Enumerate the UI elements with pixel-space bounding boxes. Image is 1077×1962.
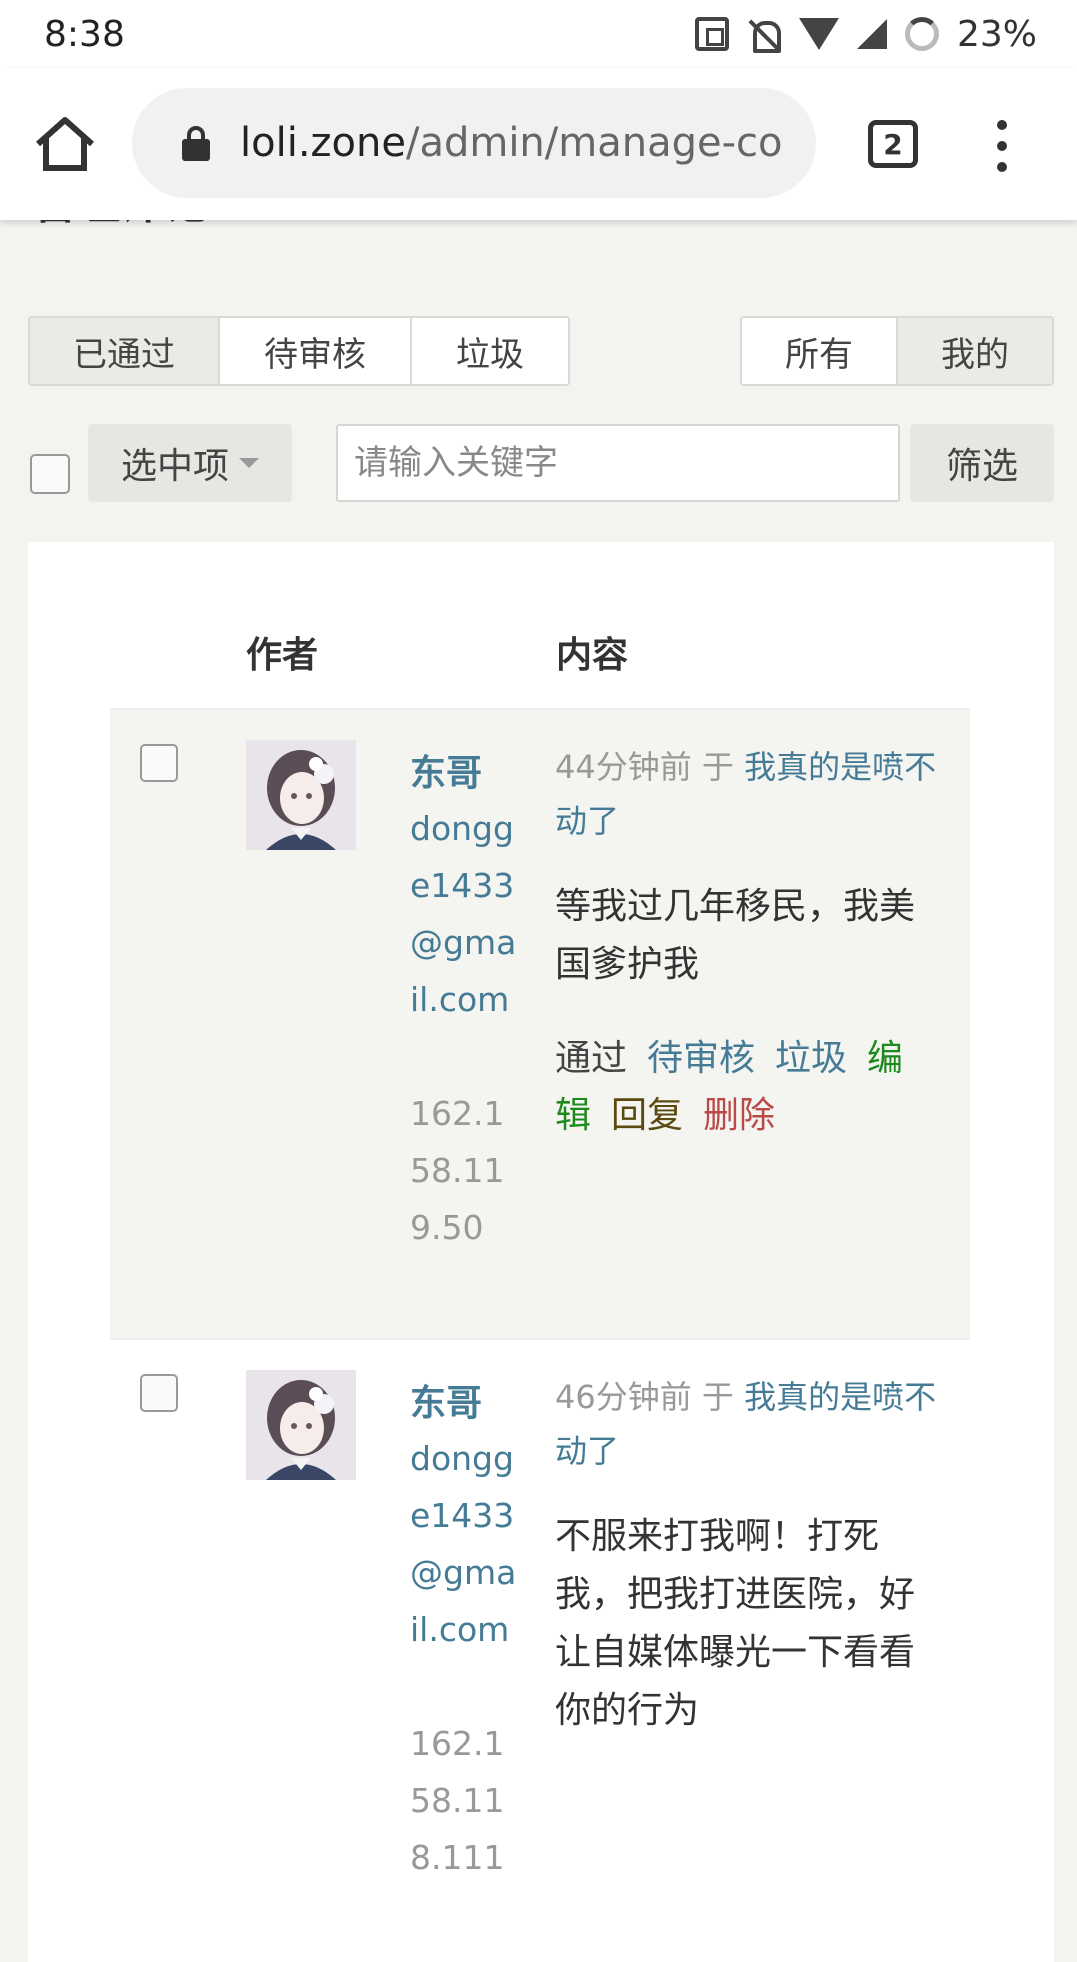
comment-meta: 46分钟前 于 我真的是喷不动了 xyxy=(555,1370,945,1478)
table-row: 东哥 dongge1433@gmail.com 162.158.118.111 … xyxy=(110,1338,970,1962)
cell-signal-icon xyxy=(856,19,887,49)
avatar[interactable] xyxy=(246,740,356,850)
author-name[interactable]: 东哥 xyxy=(410,744,482,796)
table-row: 东哥 dongge1433@gmail.com 162.158.119.50 4… xyxy=(110,708,970,1338)
status-bar: 8:38 23% xyxy=(0,0,1077,68)
tab-pending[interactable]: 待审核 xyxy=(220,318,412,384)
pending-action[interactable]: 待审核 xyxy=(647,1038,755,1079)
author-email[interactable]: dongge1433@gmail.com xyxy=(410,1430,520,1658)
more-menu-icon[interactable] xyxy=(990,120,1014,172)
comment-status-tabs: 已通过 待审核 垃圾 xyxy=(28,316,570,386)
home-icon xyxy=(36,117,94,171)
tab-mine[interactable]: 我的 xyxy=(898,318,1052,384)
row-checkbox[interactable] xyxy=(140,1374,178,1412)
author-ip: 162.158.119.50 xyxy=(410,1094,505,1247)
filter-button[interactable]: 筛选 xyxy=(910,424,1054,502)
column-header-content: 内容 xyxy=(556,635,629,676)
status-time: 8:38 xyxy=(44,13,125,55)
tab-all[interactable]: 所有 xyxy=(742,318,898,384)
screenshot-icon xyxy=(694,17,729,51)
tab-approved[interactable]: 已通过 xyxy=(30,318,220,384)
tab-switcher-button[interactable]: 2 xyxy=(868,120,918,168)
avatar[interactable] xyxy=(246,1370,356,1480)
author-email[interactable]: dongge1433@gmail.com xyxy=(410,800,520,1028)
comments-table: 作者 内容 东哥 dongge1433@gmail.com 162.158.11… xyxy=(28,542,1054,1962)
delete-action[interactable]: 删除 xyxy=(703,1095,775,1136)
author-name[interactable]: 东哥 xyxy=(410,1374,482,1426)
comment-actions: 通过 待审核 垃圾 编辑 回复 删除 xyxy=(555,1030,945,1144)
select-all-checkbox[interactable] xyxy=(30,454,70,494)
approve-action: 通过 xyxy=(555,1038,628,1079)
comment-text: 不服来打我啊！打死我，把我打进医院，好让自媒体曝光一下看看你的行为 xyxy=(555,1516,916,1731)
notifications-off-icon xyxy=(747,17,781,53)
bulk-action-dropdown[interactable]: 选中项 xyxy=(88,424,292,502)
battery-icon xyxy=(904,17,939,51)
battery-percent: 23% xyxy=(956,13,1037,55)
comment-on-label: 于 xyxy=(701,1378,734,1416)
row-checkbox[interactable] xyxy=(140,744,178,782)
tab-spam[interactable]: 垃圾 xyxy=(412,318,568,384)
url-text: loli.zone/admin/manage-co xyxy=(240,120,783,166)
comment-time: 44分钟前 xyxy=(555,748,692,786)
status-icons: 23% xyxy=(694,13,1037,55)
home-button[interactable] xyxy=(30,114,100,174)
comment-text: 等我过几年移民，我美国爹护我 xyxy=(555,886,916,985)
url-path: /admin/manage-co xyxy=(405,120,783,166)
comment-on-label: 于 xyxy=(701,748,734,786)
spam-action[interactable]: 垃圾 xyxy=(775,1038,847,1079)
address-bar[interactable]: loli.zone/admin/manage-co xyxy=(132,88,816,198)
comment-time: 46分钟前 xyxy=(555,1378,692,1416)
column-header-author: 作者 xyxy=(246,635,319,676)
comment-meta: 44分钟前 于 我真的是喷不动了 xyxy=(555,740,945,848)
reply-action[interactable]: 回复 xyxy=(611,1095,683,1136)
wifi-icon xyxy=(798,18,839,50)
lock-icon xyxy=(182,126,210,161)
comment-scope-tabs: 所有 我的 xyxy=(740,316,1054,386)
author-ip: 162.158.118.111 xyxy=(410,1724,505,1877)
keyword-search-input[interactable] xyxy=(336,424,900,502)
caret-down-icon xyxy=(239,458,259,468)
bulk-action-label: 选中项 xyxy=(120,446,229,487)
url-host: loli.zone xyxy=(240,120,406,166)
browser-toolbar: loli.zone/admin/manage-co 2 xyxy=(0,68,1077,220)
